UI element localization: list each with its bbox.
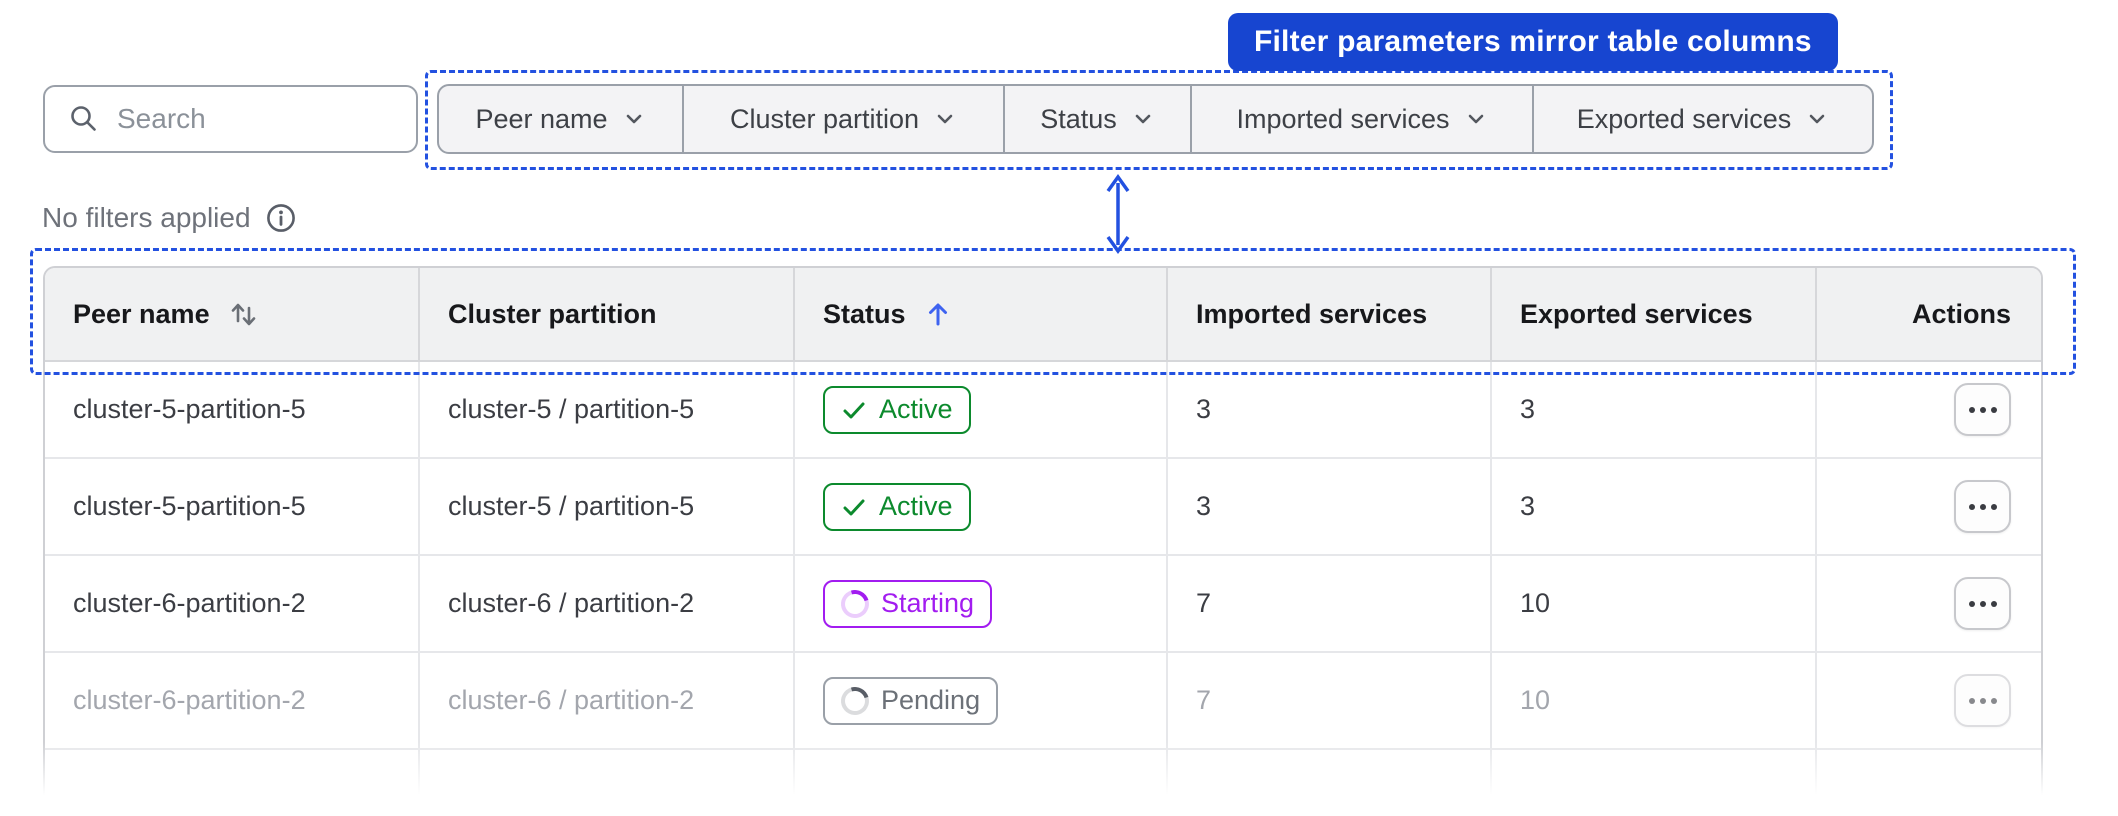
cell-imported-services: 7: [1166, 556, 1490, 651]
cell-cluster-partition: cluster-6 / partition-2: [418, 556, 793, 651]
search-icon: [71, 106, 96, 131]
column-header-exported-services[interactable]: Exported services: [1490, 268, 1815, 360]
filter-label: Imported services: [1236, 103, 1450, 134]
cell-status: Starting: [793, 556, 1166, 651]
filter-status[interactable]: Status: [1003, 86, 1190, 152]
cell-peer-name: cluster-5-partition-5: [73, 491, 306, 521]
info-icon[interactable]: [265, 202, 297, 234]
status-badge: Active: [823, 482, 971, 531]
spinner-icon: [836, 584, 874, 623]
peering-list-page: Filter parameters mirror table columns P…: [0, 0, 2118, 816]
cell-actions: [1815, 362, 2041, 457]
cell-exported-services: 3: [1490, 362, 1815, 457]
search-box[interactable]: [43, 85, 418, 153]
cell-imported-services: 3: [1166, 459, 1490, 554]
filter-bar: Peer name Cluster partition Status Impor…: [437, 84, 1874, 154]
column-header-actions: Actions: [1815, 268, 2041, 360]
status-badge: Pending: [823, 676, 999, 725]
table-header-row: Peer name Cluster partition Status Impor…: [45, 268, 2041, 362]
row-actions-button[interactable]: [1954, 480, 2011, 533]
search-input[interactable]: [117, 103, 406, 135]
chevron-down-icon: [1468, 114, 1483, 124]
cell-peer-name: cluster-5-partition-5: [73, 394, 306, 424]
status-badge: Starting: [823, 579, 993, 628]
cell-peer-name: cluster-6-partition-2: [73, 685, 306, 715]
cell-cluster-partition: cluster-5 / partition-5: [418, 459, 793, 554]
row-actions-button[interactable]: [1954, 577, 2011, 630]
cell-exported-services: 3: [1490, 459, 1815, 554]
table-row-partial: [45, 750, 2041, 816]
table-row: cluster-6-partition-2 cluster-6 / partit…: [45, 653, 2041, 750]
peerings-table: Peer name Cluster partition Status Impor…: [43, 266, 2043, 816]
filter-status-line: No filters applied: [42, 196, 297, 240]
mirror-arrow-icon: [1106, 173, 1130, 255]
column-header-cluster-partition[interactable]: Cluster partition: [418, 268, 793, 360]
filter-label: Peer name: [475, 103, 608, 134]
filter-exported-services[interactable]: Exported services: [1532, 86, 1872, 152]
chevron-down-icon: [1809, 114, 1825, 124]
filter-label: Status: [1040, 103, 1117, 134]
row-actions-button[interactable]: [1954, 674, 2011, 727]
cell-actions: [1815, 556, 2041, 651]
chevron-down-icon: [626, 114, 641, 124]
cell-status: Active: [793, 459, 1166, 554]
annotation-banner-label: Filter parameters mirror table columns: [1254, 25, 1812, 58]
chevron-down-icon: [937, 114, 953, 124]
cell-status: Pending: [793, 653, 1166, 748]
check-icon: [843, 402, 865, 418]
column-header-status[interactable]: Status: [793, 268, 1166, 360]
check-icon: [843, 499, 865, 515]
filter-imported-services[interactable]: Imported services: [1190, 86, 1532, 152]
row-actions-button[interactable]: [1954, 383, 2011, 436]
spinner-icon: [836, 681, 874, 720]
filter-status-text: No filters applied: [42, 202, 251, 233]
cell-actions: [1815, 653, 2041, 748]
cell-exported-services: 10: [1490, 653, 1815, 748]
cell-peer-name: cluster-6-partition-2: [73, 588, 306, 618]
column-header-peer-name[interactable]: Peer name: [45, 268, 418, 360]
filter-label: Cluster partition: [729, 103, 920, 134]
filter-peer-name[interactable]: Peer name: [439, 86, 682, 152]
cell-status: Active: [793, 362, 1166, 457]
table-row: cluster-6-partition-2 cluster-6 / partit…: [45, 556, 2041, 653]
cell-imported-services: 3: [1166, 362, 1490, 457]
sort-arrows-icon[interactable]: [226, 297, 260, 331]
status-badge: Active: [823, 385, 971, 434]
chevron-down-icon: [1135, 114, 1151, 124]
cell-exported-services: 10: [1490, 556, 1815, 651]
table-row: cluster-5-partition-5 cluster-5 / partit…: [45, 459, 2041, 556]
filter-label: Exported services: [1576, 103, 1792, 134]
cell-cluster-partition: cluster-6 / partition-2: [418, 653, 793, 748]
sort-ascending-icon[interactable]: [922, 298, 954, 330]
cell-imported-services: 7: [1166, 653, 1490, 748]
annotation-banner: Filter parameters mirror table columns: [1228, 13, 1838, 71]
column-header-imported-services[interactable]: Imported services: [1166, 268, 1490, 360]
filter-cluster-partition[interactable]: Cluster partition: [682, 86, 1003, 152]
cell-actions: [1815, 459, 2041, 554]
table-row: cluster-5-partition-5 cluster-5 / partit…: [45, 362, 2041, 459]
cell-cluster-partition: cluster-5 / partition-5: [418, 362, 793, 457]
